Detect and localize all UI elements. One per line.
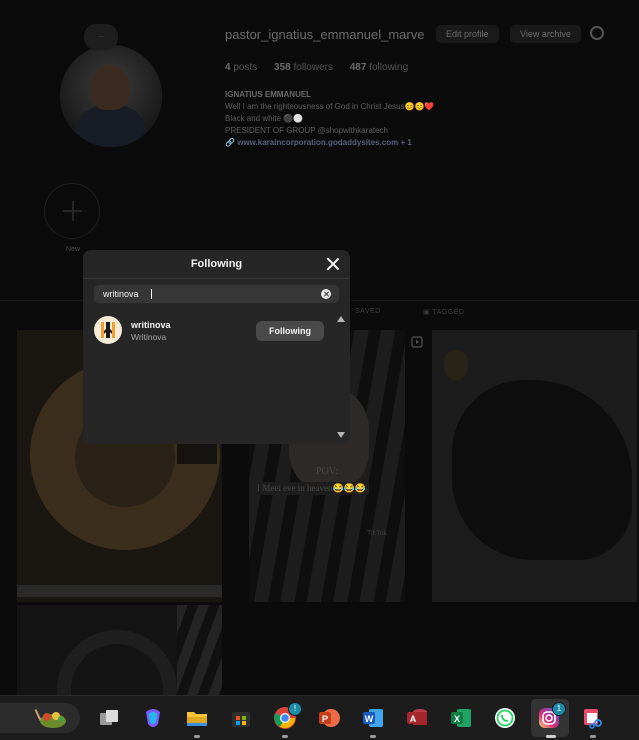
new-highlight-label: New [66, 246, 81, 253]
posts-stat: 4 posts [225, 62, 258, 73]
chrome-notification-badge: ! [288, 702, 302, 716]
file-explorer-icon[interactable] [185, 706, 209, 730]
view-archive-button[interactable]: View archive [510, 25, 581, 43]
reel-icon [411, 336, 423, 348]
excel-icon[interactable]: X [449, 706, 473, 730]
close-icon[interactable] [325, 256, 341, 272]
result-fullname: Writinova [131, 332, 167, 342]
clear-search-icon[interactable] [321, 289, 331, 299]
snipping-tool-icon[interactable] [581, 706, 605, 730]
post-thumbnail[interactable] [17, 605, 222, 695]
bio-link[interactable]: www.karaincorporation.godaddysites.com +… [237, 138, 412, 147]
text-caret [151, 289, 152, 299]
writinova-logo-icon [101, 322, 115, 338]
svg-text:P: P [322, 714, 328, 724]
following-modal: Following writinova Writinova Following [83, 250, 350, 444]
whatsapp-icon[interactable] [493, 706, 517, 730]
task-view-icon[interactable] [97, 706, 121, 730]
avatar[interactable] [94, 316, 122, 344]
post-thumbnail[interactable] [432, 330, 637, 602]
profile-avatar[interactable] [60, 45, 162, 147]
running-indicator [194, 735, 200, 738]
instagram-app-window: ··· pastor_ignatius_emmanuel_marve Edit … [0, 0, 639, 695]
active-indicator [546, 735, 556, 738]
bio-line: Well I am the righteousness of God in Ch… [225, 102, 435, 111]
following-stat[interactable]: 487 following [350, 62, 408, 73]
scroll-up-arrow-icon[interactable] [337, 316, 345, 322]
result-username[interactable]: writinova [131, 320, 171, 330]
post-caption-pov: POV: [315, 466, 339, 477]
edit-profile-button[interactable]: Edit profile [436, 25, 499, 43]
windows-taskbar: ! P W A X 1 [0, 695, 639, 740]
running-indicator [590, 735, 596, 738]
svg-text:X: X [454, 714, 460, 724]
gear-icon[interactable] [590, 26, 604, 40]
tab-tagged[interactable]: ▣ TAGGED [423, 308, 464, 316]
copilot-icon[interactable] [141, 706, 165, 730]
tab-saved[interactable]: SAVED [355, 308, 381, 315]
profile-stats: 4 posts 358 followers 487 following [225, 62, 422, 73]
microsoft-store-icon[interactable] [229, 706, 253, 730]
tiktok-watermark: TikTok [367, 530, 387, 537]
scrollbar[interactable] [334, 312, 348, 442]
profile-bio: IGNATIUS EMMANUEL Well I am the righteou… [225, 89, 434, 149]
running-indicator [370, 735, 376, 738]
list-item[interactable]: writinova Writinova Following [83, 312, 338, 346]
widgets-button[interactable] [0, 703, 80, 733]
scroll-down-arrow-icon[interactable] [337, 432, 345, 438]
running-indicator [282, 735, 288, 738]
post-caption: I Meet eve in heaven😂😂😂 [254, 482, 370, 495]
access-icon[interactable]: A [405, 706, 429, 730]
profile-username: pastor_ignatius_emmanuel_marve [225, 27, 425, 42]
bio-name: IGNATIUS EMMANUEL [225, 90, 312, 99]
modal-header: Following [83, 250, 350, 279]
word-icon[interactable]: W [361, 706, 385, 730]
following-button[interactable]: Following [256, 321, 324, 341]
modal-title: Following [190, 258, 243, 270]
note-bubble[interactable]: ··· [84, 24, 118, 50]
search-input[interactable] [103, 288, 308, 300]
powerpoint-icon[interactable]: P [317, 706, 341, 730]
bio-line: PRESIDENT OF GROUP @shopwithkaratech [225, 126, 388, 135]
bio-link-row[interactable]: 🔗 www.karaincorporation.godaddysites.com… [225, 137, 434, 149]
svg-text:W: W [365, 714, 374, 724]
svg-text:A: A [410, 714, 417, 724]
new-highlight-button[interactable] [44, 183, 100, 239]
instagram-notification-badge: 1 [552, 702, 566, 716]
food-bowl-icon [34, 709, 66, 728]
bio-line: Black and white ⚫⚪ [225, 114, 304, 123]
followers-stat[interactable]: 358 followers [274, 62, 333, 73]
search-box[interactable] [94, 285, 339, 303]
